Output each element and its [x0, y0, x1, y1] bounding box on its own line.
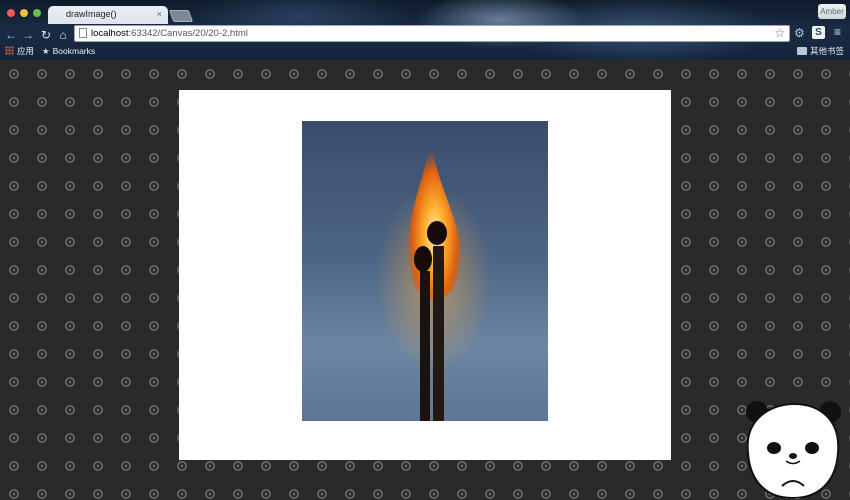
folder-icon [796, 47, 807, 55]
bookmark-apps-label: 应用 [17, 46, 35, 56]
page-icon [79, 28, 87, 38]
zoom-window-button[interactable] [33, 9, 41, 17]
user-profile-button[interactable]: Amber [818, 4, 846, 19]
menu-icon[interactable]: ≡ [834, 25, 841, 39]
canvas [179, 90, 671, 460]
gear-icon[interactable]: ⚙ [794, 26, 805, 40]
bookmark-bookmarks-label: Bookmarks [52, 46, 96, 56]
bookmark-bookmarks[interactable]: ★ Bookmarks [42, 45, 95, 57]
address-bar[interactable]: localhost:63342/Canvas/20/20-2.html ☆ [74, 25, 790, 42]
browser-chrome: drawImage() × Amber ← → ↻ ⌂ localhost:63… [0, 0, 850, 60]
new-tab-button[interactable] [168, 10, 194, 22]
bookmark-other[interactable]: 其他书签 [796, 45, 844, 57]
url-host: localhost [91, 28, 129, 39]
home-icon[interactable]: ⌂ [56, 27, 70, 43]
url-path: :63342/Canvas/20/20-2.html [128, 28, 248, 39]
star-icon[interactable]: ☆ [774, 26, 785, 41]
back-icon[interactable]: ← [4, 27, 18, 43]
bookmark-star-icon: ★ [42, 46, 50, 56]
match-flame-image [302, 121, 548, 421]
s-extension-icon[interactable]: S [812, 26, 825, 39]
apps-grid-icon [5, 46, 14, 55]
tab-title: drawImage() [66, 9, 117, 19]
close-window-button[interactable] [7, 9, 15, 17]
reload-icon[interactable]: ↻ [39, 27, 53, 43]
minimize-window-button[interactable] [20, 9, 28, 17]
tab-drawimage[interactable]: drawImage() × [48, 6, 168, 24]
bookmark-other-label: 其他书签 [809, 46, 844, 56]
bookmark-apps[interactable]: 应用 [5, 45, 34, 57]
tab-close-icon[interactable]: × [157, 9, 162, 19]
panda-sticker [742, 398, 844, 499]
forward-icon[interactable]: → [21, 27, 35, 43]
